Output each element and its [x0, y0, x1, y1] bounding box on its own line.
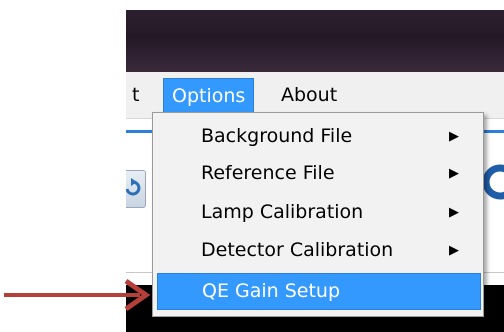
- menu-item-label: Detector Calibration: [201, 239, 394, 261]
- options-dropdown-menu: Background File ▶ Reference File ▶ Lamp …: [152, 112, 484, 317]
- menu-options[interactable]: Options: [163, 78, 255, 114]
- title-bar: [126, 10, 504, 72]
- annotation-arrow-icon: [4, 278, 151, 312]
- logo-fragment: [482, 160, 504, 214]
- submenu-arrow-icon: ▶: [449, 166, 459, 181]
- menu-item-label: Background File: [201, 125, 353, 147]
- submenu-arrow-icon: ▶: [449, 205, 459, 220]
- menu-item-label: QE Gain Setup: [202, 280, 341, 302]
- menu-item-background-file[interactable]: Background File ▶: [157, 119, 479, 154]
- menu-item-detector-calibration[interactable]: Detector Calibration ▶: [157, 233, 479, 268]
- menu-item-reference-file[interactable]: Reference File ▶: [157, 156, 479, 191]
- refresh-icon[interactable]: [126, 170, 146, 208]
- menu-item-partial[interactable]: t: [126, 78, 147, 112]
- submenu-arrow-icon: ▶: [449, 243, 459, 258]
- menu-item-lamp-calibration[interactable]: Lamp Calibration ▶: [157, 195, 479, 230]
- menu-item-label: Reference File: [201, 162, 335, 184]
- submenu-arrow-icon: ▶: [449, 129, 459, 144]
- menu-item-label: Lamp Calibration: [201, 201, 364, 223]
- menu-about[interactable]: About: [273, 78, 345, 112]
- menu-item-qe-gain-setup[interactable]: QE Gain Setup: [157, 273, 481, 310]
